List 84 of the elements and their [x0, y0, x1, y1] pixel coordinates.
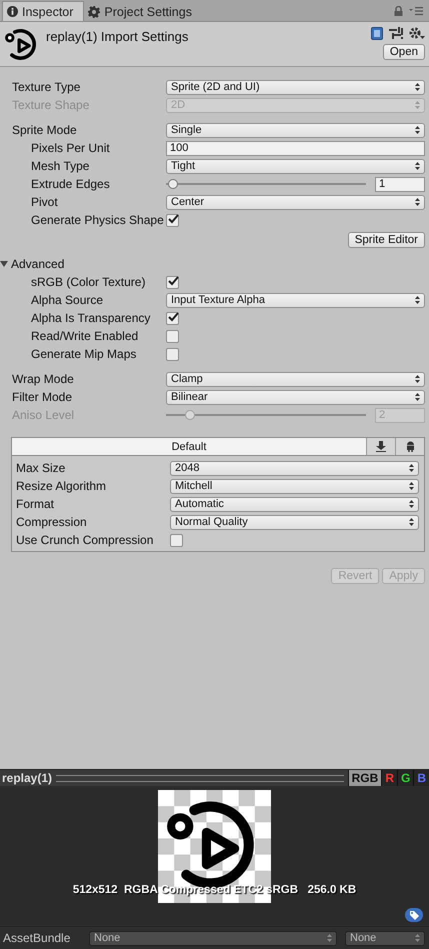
channel-toggle[interactable]: G: [396, 770, 414, 786]
checkbox[interactable]: [166, 312, 179, 324]
checkbox[interactable]: [166, 330, 179, 342]
open-button[interactable]: Open: [382, 44, 425, 60]
field-label: Alpha Source: [30, 293, 104, 307]
updown-icon: [415, 101, 420, 109]
updown-icon: [415, 934, 420, 942]
field-label: Wrap Mode: [12, 372, 75, 386]
updown-icon: [327, 934, 332, 942]
lock-icon[interactable]: [394, 6, 403, 16]
updown-icon: [409, 500, 414, 508]
asset-bundle-label: AssetBundle: [3, 931, 72, 945]
dropdown[interactable]: None: [89, 930, 337, 946]
updown-icon: [409, 482, 414, 490]
download-tab[interactable]: [366, 438, 395, 455]
channel-toggle[interactable]: B: [413, 770, 429, 786]
updown-icon: [415, 83, 420, 91]
android-icon: [406, 441, 414, 452]
updown-icon: [415, 375, 420, 383]
info-icon: [7, 6, 18, 17]
field-label: Sprite Mode: [12, 123, 78, 137]
android-tab[interactable]: [395, 438, 424, 455]
field-label: Extrude Edges: [30, 177, 111, 191]
field-label: Compression: [16, 515, 88, 529]
dropdown[interactable]: Normal Quality: [170, 514, 419, 530]
field-label: Texture Type: [12, 80, 82, 94]
platform-tab[interactable]: Default: [12, 438, 366, 455]
checkbox[interactable]: [166, 276, 179, 288]
channel-toggle[interactable]: RGB: [348, 770, 382, 786]
preview-title: replay(1): [2, 771, 52, 785]
dropdown[interactable]: Automatic: [170, 496, 419, 512]
updown-icon: [409, 518, 414, 526]
field-label: Pivot: [30, 195, 59, 209]
download-icon: [376, 441, 386, 452]
updown-icon: [415, 126, 420, 134]
field-label: Read/Write Enabled: [30, 329, 140, 343]
field-label: Pixels Per Unit: [30, 141, 111, 155]
field-label: Mesh Type: [30, 159, 90, 173]
tag-icon[interactable]: [405, 908, 423, 922]
checkmark-icon: [168, 276, 179, 286]
checkbox[interactable]: [166, 348, 179, 360]
field-label: Resize Algorithm: [16, 479, 108, 493]
checkmark-icon: [168, 214, 179, 224]
menu-icon[interactable]: [409, 6, 423, 16]
checkmark-icon: [168, 312, 179, 322]
updown-icon: [415, 296, 420, 304]
field-label: Generate Physics Shape: [30, 213, 165, 227]
dropdown[interactable]: 2048: [170, 460, 419, 476]
dropdown[interactable]: Center: [166, 194, 425, 210]
updown-icon: [415, 162, 420, 170]
field-label: sRGB (Color Texture): [30, 275, 146, 289]
dropdown[interactable]: Tight: [166, 158, 425, 174]
dropdown[interactable]: Bilinear: [166, 390, 425, 404]
asset-title: replay(1) Import Settings: [46, 28, 190, 44]
caret-icon: [0, 260, 8, 268]
foldout-header[interactable]: Advanced: [0, 257, 64, 271]
field-label: Generate Mip Maps: [30, 347, 138, 361]
tab[interactable]: Project Settings: [84, 2, 202, 21]
updown-icon: [415, 393, 420, 401]
field-label: Aniso Level: [12, 408, 76, 422]
number-field[interactable]: 1: [375, 176, 425, 192]
presets-icon[interactable]: [389, 27, 403, 40]
dropdown[interactable]: Clamp: [166, 372, 425, 386]
dropdown[interactable]: Input Texture Alpha: [166, 292, 425, 308]
sprite-editor-button[interactable]: Sprite Editor: [348, 232, 425, 248]
gear-icon: [88, 6, 100, 18]
field-label: Max Size: [16, 461, 66, 475]
field-label: Alpha Is Transparency: [30, 311, 152, 325]
dropdown[interactable]: Single: [166, 122, 425, 138]
field-label: Filter Mode: [12, 390, 74, 404]
dropdown[interactable]: Sprite (2D and UI): [166, 80, 425, 94]
channel-toggle[interactable]: R: [381, 770, 397, 786]
checkbox[interactable]: [166, 214, 179, 226]
slider-handle[interactable]: [168, 179, 178, 189]
tab[interactable]: Inspector: [2, 1, 84, 21]
dropdown[interactable]: None: [345, 930, 425, 946]
field-label: Use Crunch Compression: [16, 533, 154, 547]
updown-icon: [409, 464, 414, 472]
number-field[interactable]: 100: [166, 140, 425, 156]
field-label: Texture Shape: [12, 98, 90, 112]
checkbox[interactable]: [170, 534, 183, 546]
field-label: Format: [16, 497, 56, 511]
updown-icon: [415, 198, 420, 206]
dropdown[interactable]: Mitchell: [170, 478, 419, 494]
